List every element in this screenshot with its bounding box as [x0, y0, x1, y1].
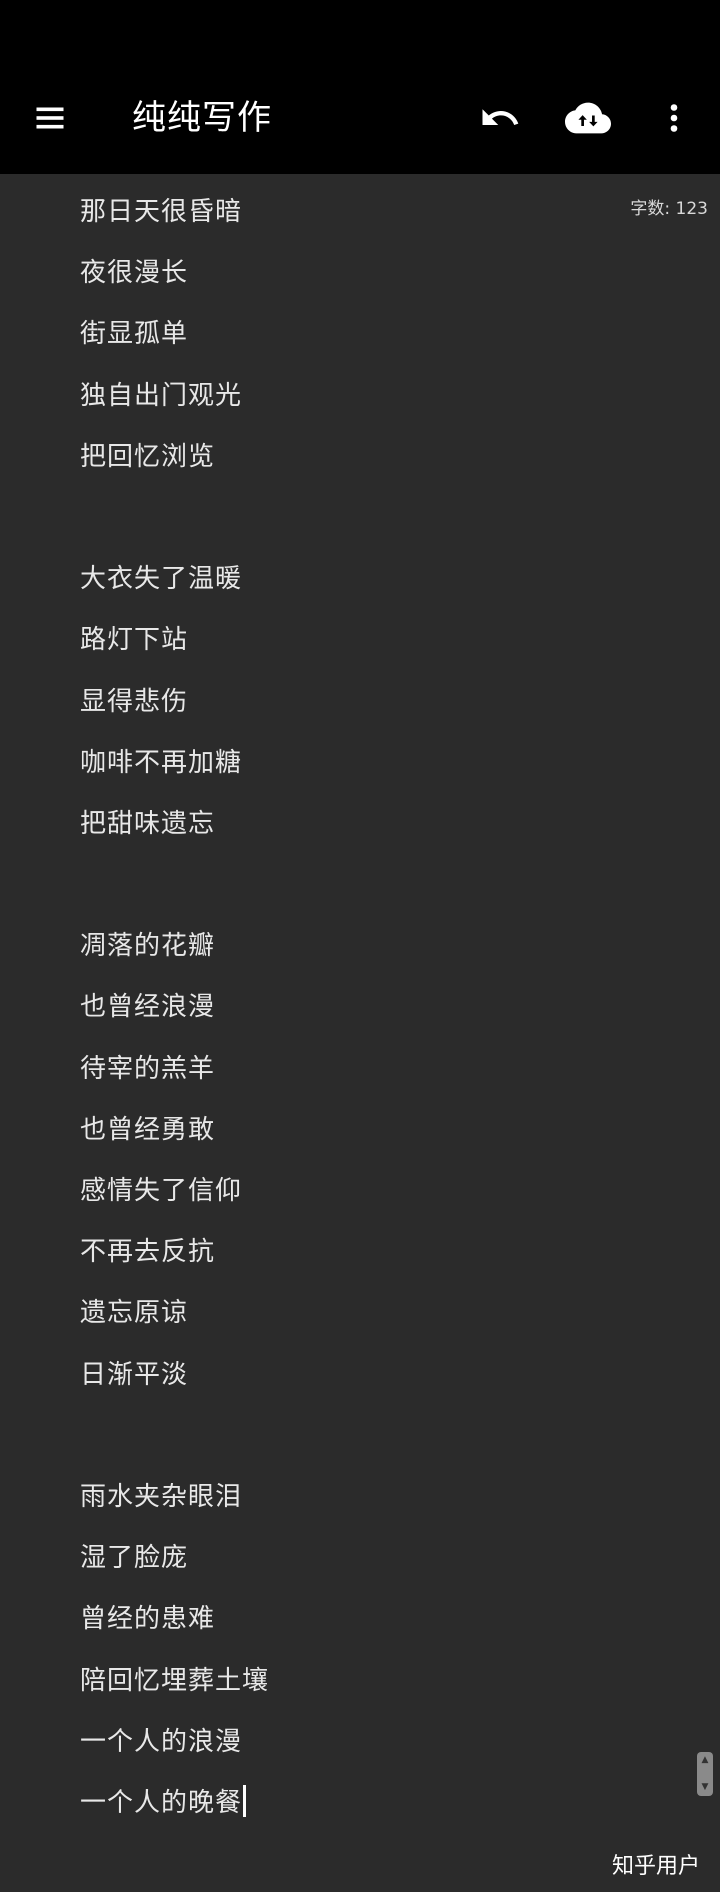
text-line[interactable]: 遗忘原谅 [80, 1293, 269, 1354]
text-line[interactable]: 日渐平淡 [80, 1355, 269, 1416]
word-count: 字数: 123 [630, 199, 708, 219]
text-line[interactable]: 曾经的患难 [80, 1599, 269, 1660]
scroll-handle[interactable]: ▲ ▼ [697, 1752, 713, 1796]
cloud-sync-button[interactable] [560, 90, 616, 146]
text-line[interactable]: 夜很漫长 [80, 253, 269, 314]
text-line[interactable]: 一个人的浪漫 [80, 1722, 269, 1783]
text-line[interactable]: 待宰的羔羊 [80, 1049, 269, 1110]
text-line[interactable]: 把回忆浏览 [80, 437, 269, 498]
text-line[interactable]: 凋落的花瓣 [80, 926, 269, 987]
undo-icon [482, 109, 519, 125]
text-line[interactable]: 路灯下站 [80, 620, 269, 681]
text-line-last[interactable]: 一个人的晚餐 [80, 1783, 269, 1844]
hamburger-menu-icon [36, 107, 64, 129]
blank-line[interactable] [80, 498, 269, 559]
text-line[interactable]: 大衣失了温暖 [80, 559, 269, 620]
text-line[interactable]: 咖啡不再加糖 [80, 743, 269, 804]
cloud-sync-icon [565, 102, 611, 134]
blank-line[interactable] [80, 865, 269, 926]
text-line[interactable]: 也曾经浪漫 [80, 987, 269, 1048]
text-line[interactable]: 把甜味遗忘 [80, 804, 269, 865]
scroll-down-icon: ▼ [701, 1782, 709, 1792]
poem-text[interactable]: 那日天很昏暗 夜很漫长 街显孤单 独自出门观光 把回忆浏览 大衣失了温暖 路灯下… [80, 192, 269, 1844]
text-line[interactable]: 雨水夹杂眼泪 [80, 1477, 269, 1538]
blank-line[interactable] [80, 1416, 269, 1477]
undo-button[interactable] [472, 90, 528, 146]
text-line[interactable]: 陪回忆埋葬土壤 [80, 1661, 269, 1722]
menu-button[interactable] [22, 90, 78, 146]
text-cursor [243, 1784, 247, 1817]
text-line[interactable]: 独自出门观光 [80, 376, 269, 437]
text-line[interactable]: 那日天很昏暗 [80, 192, 269, 253]
text-line[interactable]: 显得悲伤 [80, 682, 269, 743]
text-line[interactable]: 街显孤单 [80, 314, 269, 375]
app-title: 纯纯写作 [132, 98, 272, 138]
text-line[interactable]: 也曾经勇敢 [80, 1110, 269, 1171]
watermark: 知乎用户 [611, 1854, 700, 1879]
more-vert-icon [670, 104, 678, 132]
status-bar [0, 0, 720, 62]
text-editor[interactable]: 字数: 123 那日天很昏暗 夜很漫长 街显孤单 独自出门观光 把回忆浏览 大衣… [0, 174, 720, 1832]
app-bar: 纯纯写作 [0, 62, 720, 174]
text-line[interactable]: 不再去反抗 [80, 1232, 269, 1293]
last-line-text: 一个人的晚餐 [80, 1787, 243, 1818]
scroll-up-icon: ▲ [701, 1755, 709, 1765]
text-line[interactable]: 湿了脸庞 [80, 1538, 269, 1599]
more-options-button[interactable] [646, 90, 702, 146]
text-line[interactable]: 感情失了信仰 [80, 1171, 269, 1232]
